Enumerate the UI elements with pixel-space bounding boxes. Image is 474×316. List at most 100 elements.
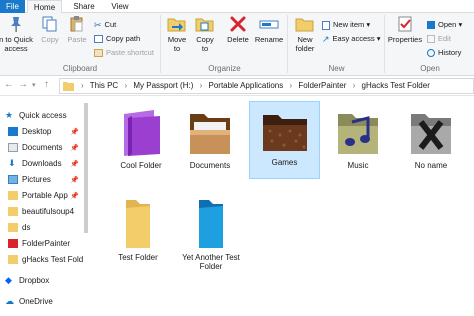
move-to-icon: [167, 18, 186, 32]
nav-item-pictures[interactable]: Pictures: [8, 173, 51, 187]
file-name: Games: [271, 158, 298, 167]
folder-icon: [8, 191, 18, 201]
nav-item-desktop[interactable]: Desktop: [8, 125, 51, 139]
properties-label: Properties: [387, 35, 423, 44]
easy-access-button[interactable]: ↗ Easy access ▾: [322, 33, 381, 44]
nav-item-dropbox[interactable]: ◆ Dropbox: [5, 274, 49, 288]
forward-arrow-icon[interactable]: →: [18, 79, 28, 90]
games-folder-icon: [262, 115, 307, 151]
paste-button[interactable]: Paste: [64, 15, 90, 62]
paste-icon: [70, 16, 83, 32]
tab-home[interactable]: Home: [27, 0, 62, 14]
ribbon-tabs: File Home Share View: [0, 0, 474, 14]
new-item-icon: [322, 20, 330, 30]
nav-label: Dropbox: [19, 276, 50, 285]
delete-button[interactable]: Delete: [224, 15, 252, 62]
nav-label: OneDrive: [19, 297, 53, 306]
file-item-documents[interactable]: Documents: [176, 103, 244, 183]
file-name: Cool Folder: [120, 161, 162, 170]
easy-access-label: Easy access: [332, 34, 375, 43]
properties-button[interactable]: Properties: [386, 15, 424, 62]
app-icon: [8, 239, 18, 249]
purple-folder-icon: [124, 110, 160, 156]
folder-icon: [8, 255, 18, 265]
edit-icon: [427, 35, 435, 44]
tab-share[interactable]: Share: [68, 0, 100, 13]
file-item-no-name[interactable]: No name: [397, 103, 465, 183]
new-item-label: New item: [333, 20, 365, 29]
dropdown-arrow-icon: ▾: [364, 20, 371, 29]
file-item-music[interactable]: Music: [324, 103, 392, 183]
rename-button[interactable]: Rename: [254, 15, 284, 62]
recent-locations-icon[interactable]: ▾: [32, 81, 36, 89]
nav-scrollbar[interactable]: [84, 103, 88, 233]
new-folder-button[interactable]: New folder: [291, 15, 319, 62]
edit-label: Edit: [438, 34, 451, 43]
dropdown-arrow-icon: ▾: [374, 34, 381, 43]
tab-view[interactable]: View: [106, 0, 134, 13]
nav-item-ghacks-test-folder[interactable]: gHacks Test Fold: [8, 253, 83, 267]
address-bar[interactable]: › This PC › My Passport (H:) › Portable …: [59, 78, 474, 94]
nav-label: Desktop: [22, 127, 52, 136]
paste-shortcut-button[interactable]: Paste shortcut: [94, 47, 154, 58]
pin-icon: [11, 17, 21, 32]
breadcrumb-this-pc[interactable]: This PC: [90, 81, 118, 90]
file-item-yet-another-test-folder[interactable]: Yet Another Test Folder: [176, 193, 246, 273]
pin-to-quick-access-label: n to Quick access: [0, 35, 33, 53]
dropdown-arrow-icon: ▾: [456, 20, 463, 29]
tab-file[interactable]: File: [0, 0, 25, 13]
dropbox-icon: ◆: [5, 275, 12, 286]
back-arrow-icon[interactable]: ←: [4, 79, 14, 90]
nav-label: Downloads: [22, 159, 62, 168]
nav-label: Portable App: [22, 191, 68, 200]
copy-path-button[interactable]: Copy path: [94, 33, 140, 44]
documents-icon: [8, 143, 18, 153]
pin-icon: 📌: [70, 177, 79, 184]
breadcrumb: › This PC › My Passport (H:) › Portable …: [77, 81, 430, 90]
rename-icon: [259, 20, 279, 29]
folder-icon: [8, 207, 18, 217]
open-button[interactable]: Open ▾: [427, 19, 462, 30]
nav-item-folderpainter[interactable]: FolderPainter: [8, 237, 70, 251]
nav-item-documents[interactable]: Documents: [8, 141, 62, 155]
new-item-button[interactable]: New item ▾: [322, 19, 370, 30]
file-name: No name: [414, 161, 448, 170]
star-icon: ★: [5, 110, 14, 121]
history-button[interactable]: History: [427, 47, 461, 58]
move-to-button[interactable]: Move to: [164, 15, 190, 62]
breadcrumb-my-passport[interactable]: My Passport (H:): [133, 81, 193, 90]
file-item-games[interactable]: Games: [249, 101, 320, 179]
nav-item-onedrive[interactable]: ☁ OneDrive: [5, 295, 53, 309]
history-label: History: [438, 48, 462, 57]
nav-item-portable-app[interactable]: Portable App: [8, 189, 68, 203]
breadcrumb-folderpainter[interactable]: FolderPainter: [298, 81, 346, 90]
blue-folder-icon: [199, 200, 223, 248]
nav-item-downloads[interactable]: ⬇ Downloads: [8, 157, 62, 171]
file-item-cool-folder[interactable]: Cool Folder: [107, 103, 175, 183]
nav-item-beautifulsoup4[interactable]: beautifulsoup4: [8, 205, 74, 219]
nav-label: ds: [22, 223, 31, 232]
paste-shortcut-icon: [94, 49, 103, 58]
copy-button[interactable]: Copy: [38, 15, 62, 62]
edit-button[interactable]: Edit: [427, 33, 451, 44]
copy-to-button[interactable]: Copy to: [192, 15, 218, 62]
breadcrumb-ghacks-test-folder[interactable]: gHacks Test Folder: [362, 81, 430, 90]
file-name: Music: [347, 161, 369, 170]
ribbon: n to Quick access Copy Paste ✂ Cut Copy p…: [0, 13, 474, 76]
onedrive-icon: ☁: [5, 296, 14, 307]
paste-shortcut-label: Paste shortcut: [106, 48, 154, 57]
breadcrumb-portable-applications[interactable]: Portable Applications: [209, 81, 284, 90]
new-folder-label: New folder: [295, 35, 315, 53]
rename-label: Rename: [254, 35, 284, 44]
nav-item-ds[interactable]: ds: [8, 221, 30, 235]
pictures-icon: [8, 175, 18, 185]
file-item-test-folder[interactable]: Test Folder: [104, 193, 172, 273]
pin-icon: 📌: [70, 193, 79, 200]
nav-item-quick-access[interactable]: ★ Quick access: [5, 109, 67, 123]
nav-label: Documents: [22, 143, 63, 152]
up-arrow-icon[interactable]: ↑: [44, 79, 49, 90]
folder-icon: [63, 82, 74, 91]
pin-to-quick-access-button[interactable]: n to Quick access: [0, 15, 36, 62]
file-name: Yet Another Test Folder: [182, 253, 240, 271]
cut-button[interactable]: ✂ Cut: [94, 19, 116, 30]
